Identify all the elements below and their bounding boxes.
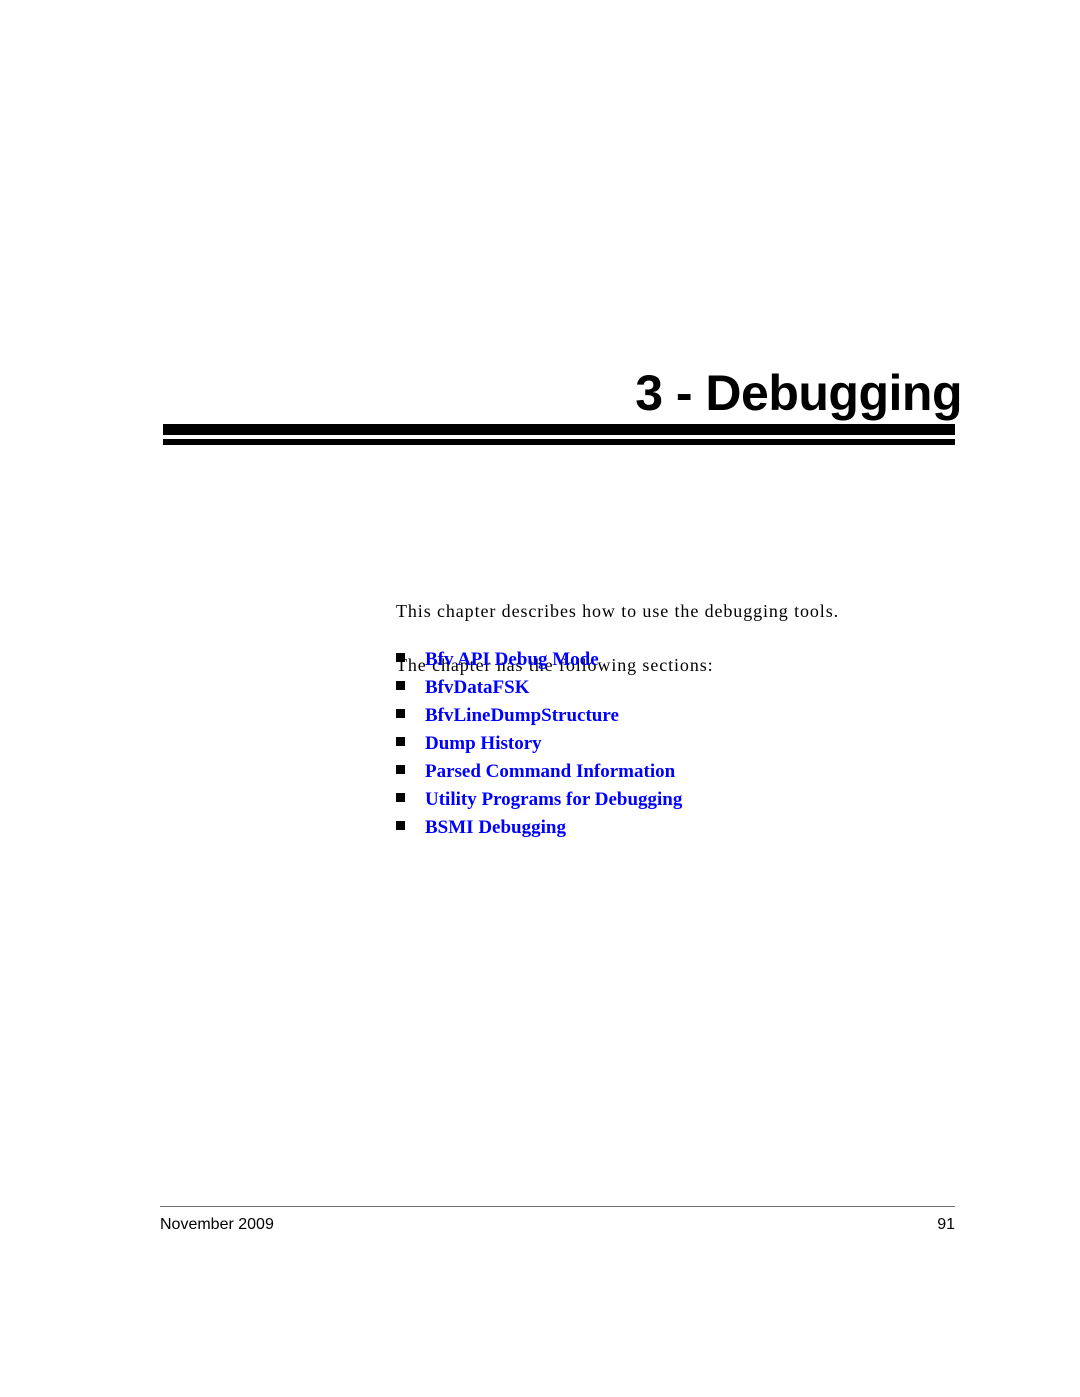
list-item[interactable]: Bfv API Debug Mode <box>396 646 1016 674</box>
list-item[interactable]: Parsed Command Information <box>396 758 1016 786</box>
footer-date: November 2009 <box>160 1216 274 1233</box>
square-bullet-icon <box>396 681 405 690</box>
list-item[interactable]: Utility Programs for Debugging <box>396 786 1016 814</box>
document-page: 3 - Debugging This chapter describes how… <box>0 0 1080 1397</box>
square-bullet-icon <box>396 737 405 746</box>
list-item[interactable]: Dump History <box>396 730 1016 758</box>
divider-rule-thick <box>163 424 955 435</box>
page-title: 3 - Debugging <box>635 364 962 421</box>
section-link-dump-history[interactable]: Dump History <box>425 730 542 758</box>
section-link-bsmi-debugging[interactable]: BSMI Debugging <box>425 814 566 842</box>
section-link-bfvlinedumpstructure[interactable]: BfvLineDumpStructure <box>425 702 619 730</box>
page-footer: November 2009 91 <box>160 1206 955 1234</box>
list-item[interactable]: BfvDataFSK <box>396 674 1016 702</box>
footer-page-number: 91 <box>937 1216 955 1233</box>
square-bullet-icon <box>396 765 405 774</box>
section-link-bfvdatafsk[interactable]: BfvDataFSK <box>425 674 530 702</box>
divider-rule-thin <box>163 439 955 445</box>
intro-paragraph-1: This chapter describes how to use the de… <box>396 601 840 621</box>
title-divider <box>163 424 955 445</box>
footer-divider <box>160 1206 955 1207</box>
section-link-parsed-command-information[interactable]: Parsed Command Information <box>425 758 675 786</box>
list-item[interactable]: BfvLineDumpStructure <box>396 702 1016 730</box>
list-item[interactable]: BSMI Debugging <box>396 814 1016 842</box>
section-link-utility-programs-for-debugging[interactable]: Utility Programs for Debugging <box>425 786 682 814</box>
section-link-list: Bfv API Debug Mode BfvDataFSK BfvLineDum… <box>396 646 1016 842</box>
section-link-bfv-api-debug-mode[interactable]: Bfv API Debug Mode <box>425 646 599 674</box>
square-bullet-icon <box>396 821 405 830</box>
square-bullet-icon <box>396 653 405 662</box>
footer-row: November 2009 91 <box>160 1216 955 1234</box>
square-bullet-icon <box>396 793 405 802</box>
square-bullet-icon <box>396 709 405 718</box>
